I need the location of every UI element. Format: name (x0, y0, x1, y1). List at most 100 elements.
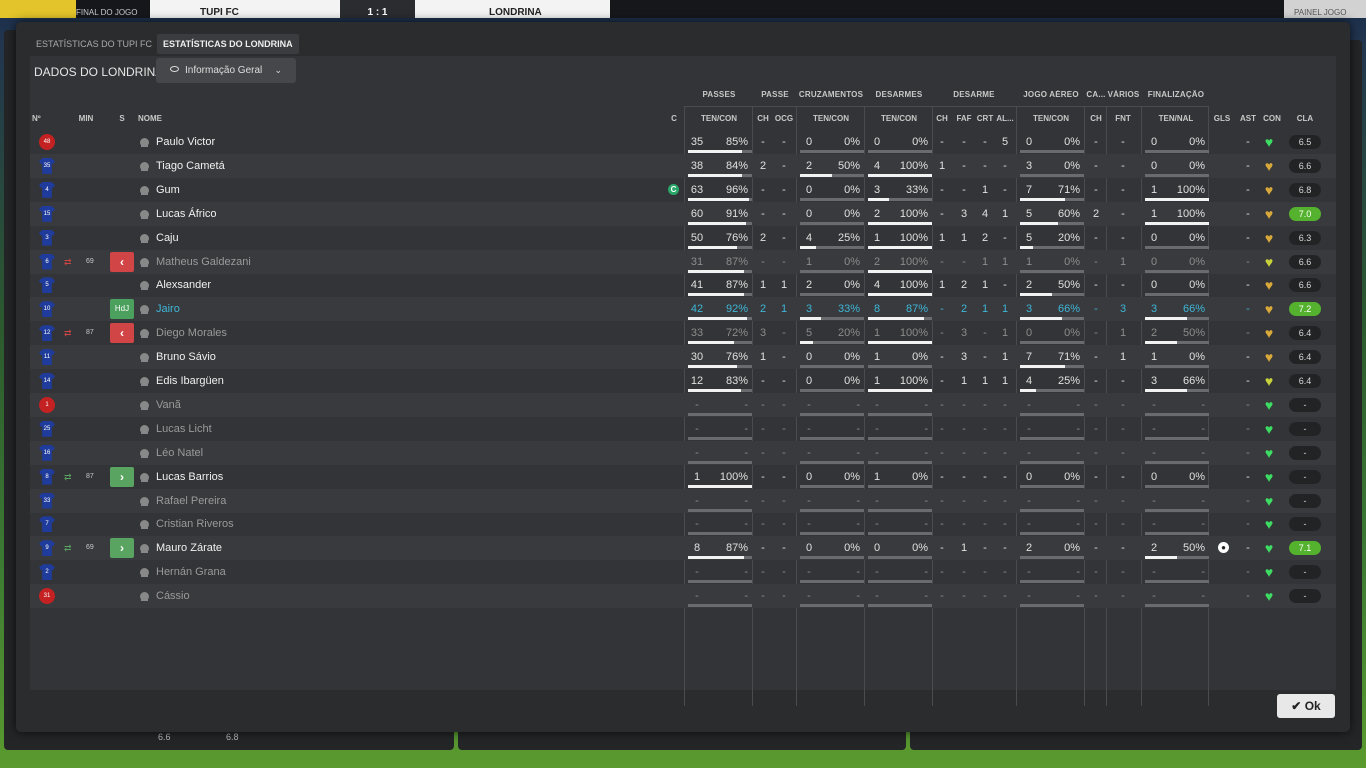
table-row[interactable]: 35 Tiago Cametá 38 84% 2-2 50% 4 100% 1- - -3 0% - -0… (30, 153, 1336, 178)
cards-ch: - (1094, 231, 1098, 244)
view-dropdown[interactable]: Informação Geral ⌄ (156, 58, 296, 83)
col-header-ca-ch[interactable]: CH (1087, 114, 1105, 123)
player-name[interactable]: Diego Morales (156, 321, 227, 345)
col-header-cruz[interactable]: TEN/CON (797, 114, 865, 123)
pass-ocg: - (782, 375, 786, 387)
tab-tupi-stats[interactable]: Estatísticas do Tupi FC (30, 34, 158, 54)
shots-bar (1145, 389, 1209, 392)
tab-londrina-stats[interactable]: Estatísticas do Londrina (157, 34, 299, 54)
col-header-cla[interactable]: CLA (1289, 114, 1321, 123)
table-row[interactable]: 33 Rafael Pereira - - - - - - - - - - - - - - - - - - - ♥ - (30, 488, 1336, 513)
ok-button[interactable]: ✔ Ok (1277, 694, 1335, 718)
aerial-bar (1020, 580, 1084, 584)
col-header-des-ch[interactable]: CH (933, 114, 951, 123)
player-name[interactable]: Mauro Zárate (156, 536, 222, 560)
table-row[interactable]: 10 HdJ Jairo 42 92% 2 1 3 33% 8 87% -2 1 1 3 66% -3 3 66% -… (30, 297, 1336, 322)
col-header-nome[interactable]: NOME (138, 114, 198, 123)
col-header-passe-ch[interactable]: CH (755, 114, 771, 123)
assists: - (1246, 375, 1250, 387)
player-name[interactable]: Gum (156, 178, 180, 202)
table-row[interactable]: 15 Lucas Áfrico 60 91% - -0 0% 2 100% -3 4 1 5 60% 2-1… (30, 201, 1336, 226)
pass-ocg: - (782, 470, 786, 483)
misc-fnt: - (1121, 375, 1125, 387)
col-header-num[interactable]: Nº (32, 114, 52, 123)
player-name[interactable]: Caju (156, 226, 179, 250)
shots-bar (1145, 293, 1209, 297)
player-name[interactable]: Hernán Grana (156, 560, 226, 584)
rating-badge: 6.4 (1289, 350, 1321, 365)
shirt-icon: 31 (39, 588, 55, 605)
player-name[interactable]: Léo Natel (156, 441, 203, 465)
table-row[interactable]: 3 Caju 50 76% 2-4 25% 1 100% 1 1 2-5 20% - -0 0% - ♥ 6.3 (30, 226, 1336, 250)
table-row[interactable]: 6 ⇄ 69 ‹ Matheus Galdezani 31 87% - -1 0% 2 100% - -1… (30, 249, 1336, 274)
col-header-aereo[interactable]: TEN/CON (1017, 114, 1085, 123)
table-row[interactable]: 25 Lucas Licht - - - - - - - - - - - - - - - - - - - ♥ - (30, 417, 1336, 441)
player-name[interactable]: Lucas Licht (156, 417, 212, 441)
table-row[interactable]: 4 Gum C 63 96% - -0 0% 3 33% - -1-7 71% - -1 100% - ♥ 6.8 (30, 178, 1336, 202)
pass-ch: - (761, 183, 765, 196)
col-header-des-faf[interactable]: FAF (953, 114, 975, 123)
table-row[interactable]: 31 Cássio - - - - - - - - - - - - - - - - - - - ♥ - (30, 584, 1336, 609)
table-row[interactable]: 12 ⇄ 87 ‹ Diego Morales 33 72% 3-5 20% 1 100% -3-1 0… (30, 321, 1336, 345)
table-row[interactable]: 8 ⇄ 87 › Lucas Barrios 1 100% - -0 0% 1 0% - - - -0 0% - -… (30, 465, 1336, 489)
player-name[interactable]: Vanã (156, 393, 181, 417)
player-name[interactable]: Rafael Pereira (156, 489, 226, 513)
section-title: DADOS DO LONDRINA (34, 65, 164, 79)
cards-ch: - (1094, 183, 1098, 196)
player-name[interactable]: Lucas Áfrico (156, 202, 217, 226)
table-row[interactable]: 5 Alexsander 41 87% 1 1 2 0% 4 100% 1 2 1-2 50% - -0 0% -… (30, 273, 1336, 297)
table-row[interactable]: 48 Paulo Victor 35 85% - -0 0% 0 0% - - -5 0 0% - -0 0% -… (30, 130, 1336, 154)
col-header-ast[interactable]: AST (1238, 114, 1258, 123)
player-name[interactable]: Paulo Victor (156, 130, 215, 154)
col-header-min[interactable]: MIN (74, 114, 98, 123)
shots-bar-fill (1145, 221, 1209, 225)
misc-fnt: - (1121, 494, 1125, 507)
col-header-finalizacao[interactable]: TEN/NAL (1142, 114, 1210, 123)
tackle-faf: - (962, 470, 966, 483)
table-row[interactable]: 1 Vanã - - - - - - - - - - - - - - - - - - - ♥ - (30, 392, 1336, 417)
tackle-ch: - (940, 494, 944, 507)
player-name[interactable]: Edis Ibargüen (156, 369, 224, 393)
table-row[interactable]: 2 Hernán Grana - - - - - - - - - - - - - - - - - - - ♥ - (30, 560, 1336, 584)
table-row[interactable]: 16 Léo Natel - - - - - - - - - - - - - - - - - - - ♥ - (30, 440, 1336, 465)
player-name[interactable]: Tiago Cametá (156, 154, 225, 178)
rating-badge: 6.8 (1289, 182, 1321, 197)
col-header-des-al[interactable]: AL... (995, 114, 1015, 123)
rating-badge: - (1289, 445, 1321, 460)
condition-heart-icon: ♥ (1264, 325, 1274, 342)
table-row[interactable]: 7 Cristian Riveros - - - - - - - - - - - - - - - - - - - ♥ - (30, 512, 1336, 536)
tackles-bar (868, 508, 932, 512)
table-row[interactable]: 9 ⇄ 69 › Mauro Zárate 8 87% - -0 0% 0 0% -1- -2 0% - -2 5… (30, 536, 1336, 561)
tackles-bar (868, 341, 932, 345)
col-header-passe-ocg[interactable]: OCG (773, 114, 795, 123)
col-header-c[interactable]: C (668, 114, 680, 123)
player-name[interactable]: Jairo (156, 297, 180, 321)
rating-badge: - (1289, 517, 1321, 532)
player-name[interactable]: Matheus Galdezani (156, 250, 251, 274)
tackle-crt: - (983, 159, 987, 172)
tackle-al: 5 (1001, 136, 1009, 148)
col-header-desarmes[interactable]: TEN/CON (865, 114, 933, 123)
col-header-passes[interactable]: TEN/CON (685, 114, 753, 123)
person-icon (140, 305, 149, 315)
crosses-bar-fill (800, 173, 832, 177)
player-name[interactable]: Cássio (156, 584, 190, 608)
misc-fnt: - (1121, 470, 1125, 483)
col-header-gls[interactable]: GLS (1212, 114, 1232, 123)
pass-ch: - (761, 422, 765, 435)
top-right-label[interactable]: PAINEL JOGO (1284, 0, 1366, 18)
player-name[interactable]: Alexsander (156, 273, 211, 297)
table-row[interactable]: 11 Bruno Sávio 30 76% 1-0 0% 1 0% -3-1 7 71% -1 1 0% -… (30, 345, 1336, 370)
tackle-ch: - (940, 303, 944, 316)
player-name[interactable]: Lucas Barrios (156, 465, 223, 489)
table-row[interactable]: 14 Edis Ibargüen 12 83% - -0 0% 1 100% -1 1 1 4 25% - -… (30, 369, 1336, 393)
tackles-bar-fill (868, 389, 932, 392)
player-name[interactable]: Bruno Sávio (156, 345, 216, 369)
col-header-des-crt[interactable]: CRT (975, 114, 995, 123)
col-header-con[interactable]: CON (1260, 114, 1284, 123)
person-icon (140, 257, 149, 267)
col-header-fnt[interactable]: FNT (1110, 114, 1136, 123)
player-name[interactable]: Cristian Riveros (156, 512, 234, 536)
col-header-s[interactable]: S (116, 114, 128, 123)
pass-ocg: - (782, 159, 786, 172)
